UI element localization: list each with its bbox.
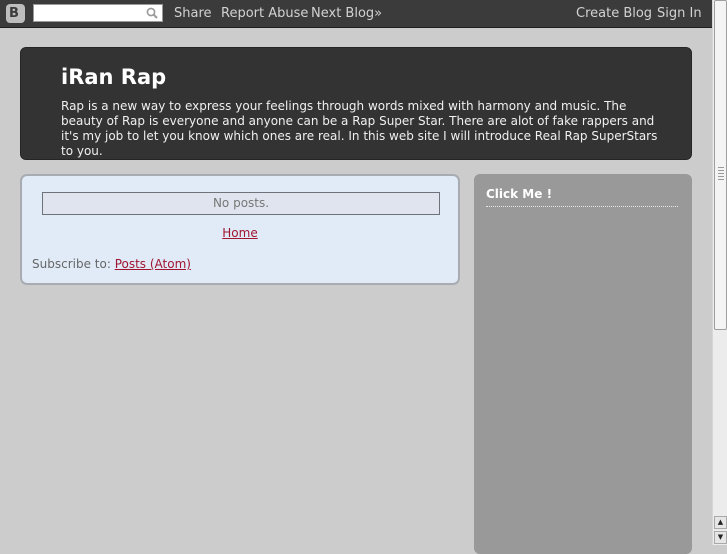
scroll-down-arrow-icon[interactable]: ▼ <box>714 531 727 544</box>
no-posts-status: No posts. <box>42 192 440 215</box>
sidebar: Click Me ! <box>474 174 692 554</box>
vertical-scrollbar[interactable]: ▲ ▼ <box>712 0 727 545</box>
subscribe-label: Subscribe to: <box>32 257 111 271</box>
create-blog-link[interactable]: Create Blog <box>576 6 652 22</box>
scrollbar-grip-icon <box>718 167 724 181</box>
blog-description: Rap is a new way to express your feeling… <box>61 99 658 158</box>
sidebar-widget-title: Click Me ! <box>486 186 678 207</box>
share-link[interactable]: Share <box>174 6 212 22</box>
scroll-up-arrow-icon[interactable]: ▲ <box>714 516 727 529</box>
home-link[interactable]: Home <box>22 225 458 241</box>
search-icon[interactable] <box>146 7 158 19</box>
blog-header: iRan Rap Rap is a new way to express you… <box>20 47 692 160</box>
next-blog-link[interactable]: Next Blog» <box>311 6 382 22</box>
search-box <box>33 4 163 24</box>
search-input[interactable] <box>37 9 145 24</box>
blogger-b-icon: B <box>9 6 19 21</box>
subscribe-line: Subscribe to: Posts (Atom) <box>32 256 191 272</box>
blogger-logo-icon[interactable]: B <box>6 4 25 23</box>
report-abuse-link[interactable]: Report Abuse <box>221 6 308 22</box>
blog-title[interactable]: iRan Rap <box>61 64 166 90</box>
sign-in-link[interactable]: Sign In <box>657 6 702 22</box>
posts-atom-link[interactable]: Posts (Atom) <box>115 257 191 271</box>
scrollbar-thumb[interactable] <box>714 0 727 330</box>
blogger-navbar: B Share Report Abuse Next Blog» Create B… <box>0 0 712 28</box>
main-column: No posts. Home Subscribe to: Posts (Atom… <box>20 174 460 285</box>
